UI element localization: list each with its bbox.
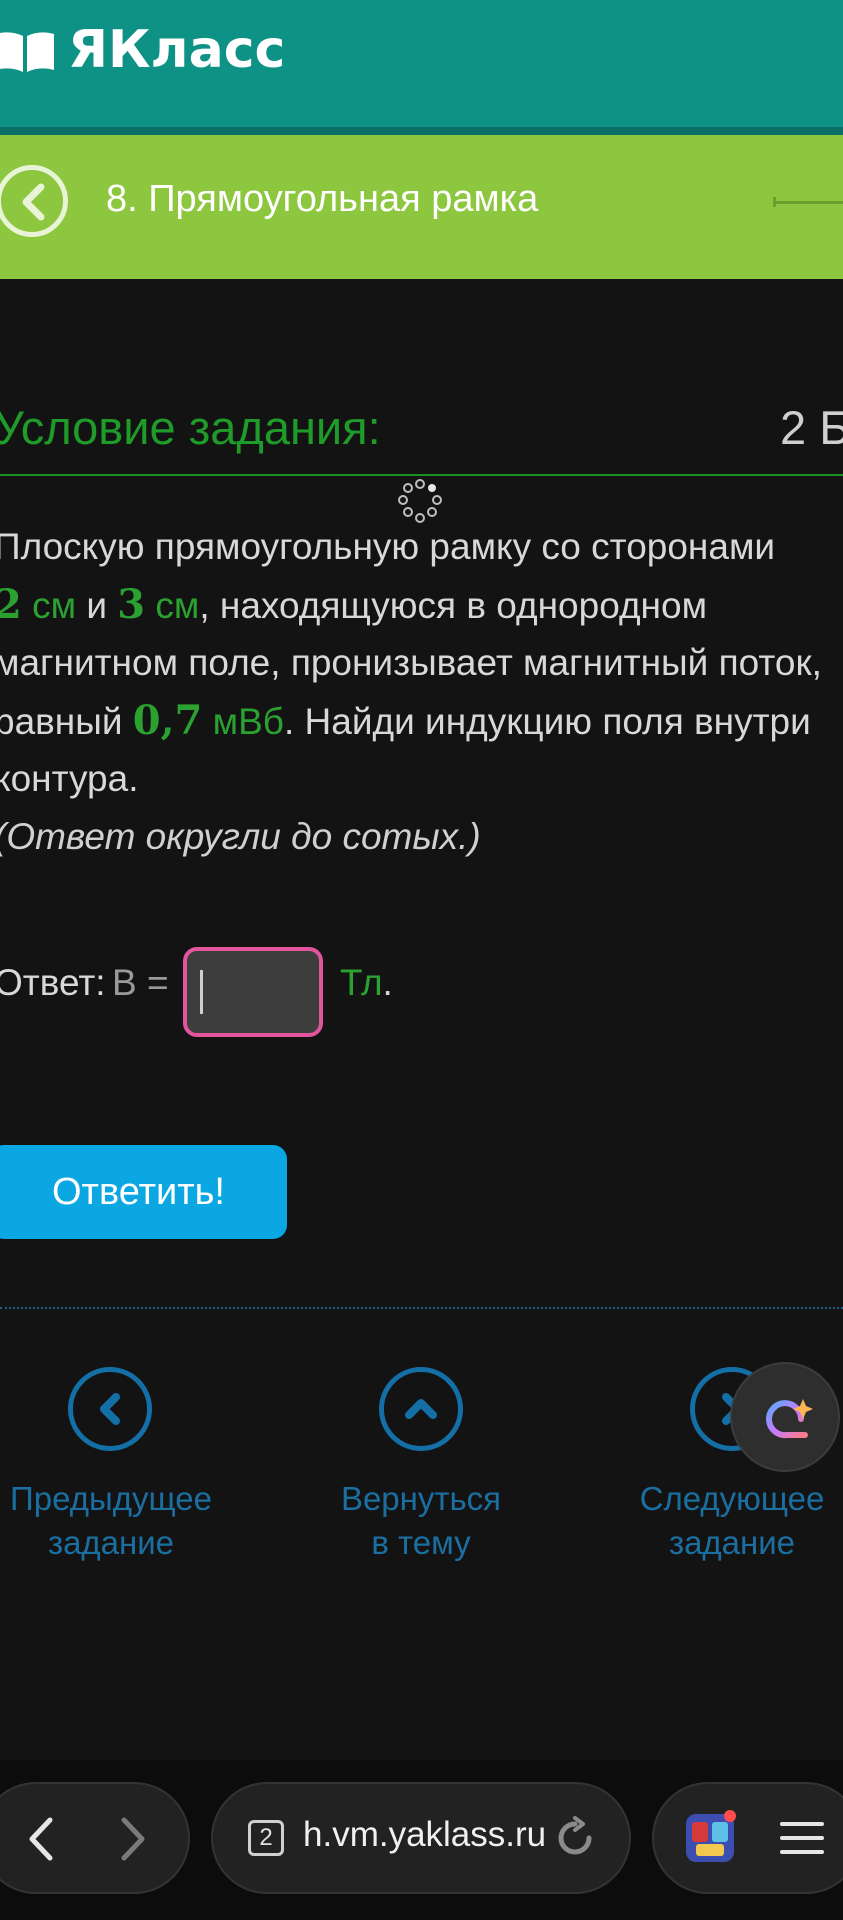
answer-label: Ответ: [0, 962, 106, 1003]
answer-unit: Тл [340, 962, 383, 1003]
task-line: Плоскую прямоугольную рамку со сторонами [0, 518, 843, 576]
reload-icon[interactable] [553, 1816, 597, 1860]
flux-value: 0,7 [132, 697, 203, 744]
ai-assistant-icon [766, 1399, 813, 1439]
task-text-fragment: . Найди индукцию поля внутри [283, 701, 811, 742]
brand-header: ЯКласс [0, 0, 843, 127]
task-line: контура. [0, 750, 843, 808]
task-text-fragment: равный [0, 701, 123, 742]
task-text-fragment: контура. [0, 758, 139, 799]
prev-task-label-1: Предыдущее [10, 1480, 212, 1517]
prev-task-button[interactable] [68, 1367, 152, 1451]
answer-unit-wrap: Тл. [340, 962, 393, 1004]
tab-count-icon[interactable]: 2 [248, 1820, 284, 1856]
chevron-left-icon [22, 183, 45, 221]
prev-task-link[interactable]: Предыдущее задание [0, 1477, 222, 1565]
flux-unit: мВб [212, 701, 284, 742]
book-logo-icon [0, 32, 54, 72]
brand-header-shadow [0, 127, 843, 135]
side-b-unit: см [155, 585, 200, 626]
task-line: 2 см и 3 см, находящуюся в однородном [0, 576, 843, 634]
next-task-label-1: Следующее [639, 1480, 825, 1517]
browser-back-icon[interactable] [22, 1816, 62, 1862]
app: ЯКласс 8. Прямоугольная рамка Условие за… [0, 0, 843, 1920]
progress-line [775, 201, 843, 204]
browser-forward-icon[interactable] [112, 1816, 152, 1862]
back-to-topic-button[interactable] [379, 1367, 463, 1451]
points-badge: 2 Б [780, 401, 843, 454]
side-a-unit: см [32, 585, 77, 626]
topic-title: 8. Прямоугольная рамка [106, 178, 539, 220]
profile-avatar-icon[interactable] [682, 1808, 740, 1866]
task-line: равный 0,7 мВб. Найди индукцию поля внут… [0, 692, 843, 750]
back-to-topic-label-2: в тему [371, 1524, 471, 1561]
back-to-topic-label-1: Вернуться [340, 1480, 502, 1517]
task-text-fragment: Плоскую прямоугольную рамку со сторонами [0, 526, 776, 567]
back-to-topic-link[interactable]: Вернуться в тему [310, 1477, 532, 1565]
task-text-fragment: и [86, 585, 108, 626]
assistant-button[interactable] [730, 1362, 840, 1472]
menu-icon[interactable] [780, 1816, 824, 1860]
task-text-fragment: магнитном поле, пронизывает магнитный по… [0, 642, 822, 683]
side-b-value: 3 [117, 581, 146, 628]
task-text: Плоскую прямоугольную рамку со сторонами… [0, 518, 843, 866]
brand-name[interactable]: ЯКласс [68, 20, 285, 80]
side-a-value: 2 [0, 581, 22, 628]
answer-variable: B = [112, 962, 169, 1003]
task-line: магнитном поле, пронизывает магнитный по… [0, 634, 843, 692]
task-text-fragment: , находящуюся в однородном [199, 585, 708, 626]
condition-divider [0, 474, 843, 476]
next-task-link[interactable]: Следующее задание [621, 1477, 843, 1565]
text-caret [200, 970, 203, 1014]
answer-input[interactable] [183, 947, 323, 1037]
section-divider [0, 1307, 843, 1309]
rounding-note: (Ответ округли до сотых.) [0, 816, 481, 857]
chevron-up-icon [405, 1399, 437, 1419]
answer-unit-suffix: . [382, 962, 393, 1003]
url-text[interactable]: h.vm.yaklass.ru [303, 1815, 546, 1855]
chevron-left-icon [100, 1393, 120, 1425]
submit-button[interactable]: Ответить! [0, 1145, 287, 1239]
next-task-label-2: задание [668, 1524, 796, 1561]
prev-task-label-2: задание [47, 1524, 175, 1561]
condition-label: Условие задания: [0, 401, 381, 454]
